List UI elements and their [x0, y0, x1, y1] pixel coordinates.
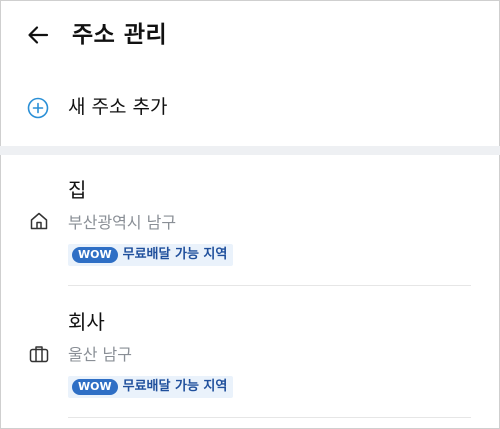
back-button[interactable] [22, 18, 54, 52]
arrow-left-icon [28, 26, 49, 44]
wow-badge-text: 무료배달 가능 지역 [122, 247, 228, 262]
address-name: 집 [68, 178, 87, 202]
section-divider [0, 146, 500, 155]
plus-circle-icon [27, 97, 49, 119]
add-address-label: 새 주소 추가 [68, 96, 168, 118]
wow-badge: WOW 무료배달 가능 지역 [68, 376, 234, 398]
wow-badge: WOW 무료배달 가능 지역 [68, 244, 234, 266]
home-icon [30, 212, 48, 230]
briefcase-icon [29, 346, 49, 363]
address-detail: 울산 남구 [68, 345, 132, 364]
address-name: 회사 [68, 310, 105, 334]
item-divider [68, 285, 471, 286]
address-detail: 부산광역시 남구 [68, 213, 177, 232]
address-item-work[interactable]: 회사 울산 남구 WOW 무료배달 가능 지역 [0, 300, 500, 418]
wow-badge-text: 무료배달 가능 지역 [122, 379, 228, 394]
wow-pill: WOW [72, 247, 118, 263]
address-item-home[interactable]: 집 부산광역시 남구 WOW 무료배달 가능 지역 [0, 168, 500, 286]
header: 주소 관리 [0, 0, 500, 72]
wow-pill: WOW [72, 379, 118, 395]
page-title: 주소 관리 [72, 22, 168, 48]
add-address-button[interactable]: 새 주소 추가 [0, 86, 500, 130]
item-divider [68, 417, 471, 418]
